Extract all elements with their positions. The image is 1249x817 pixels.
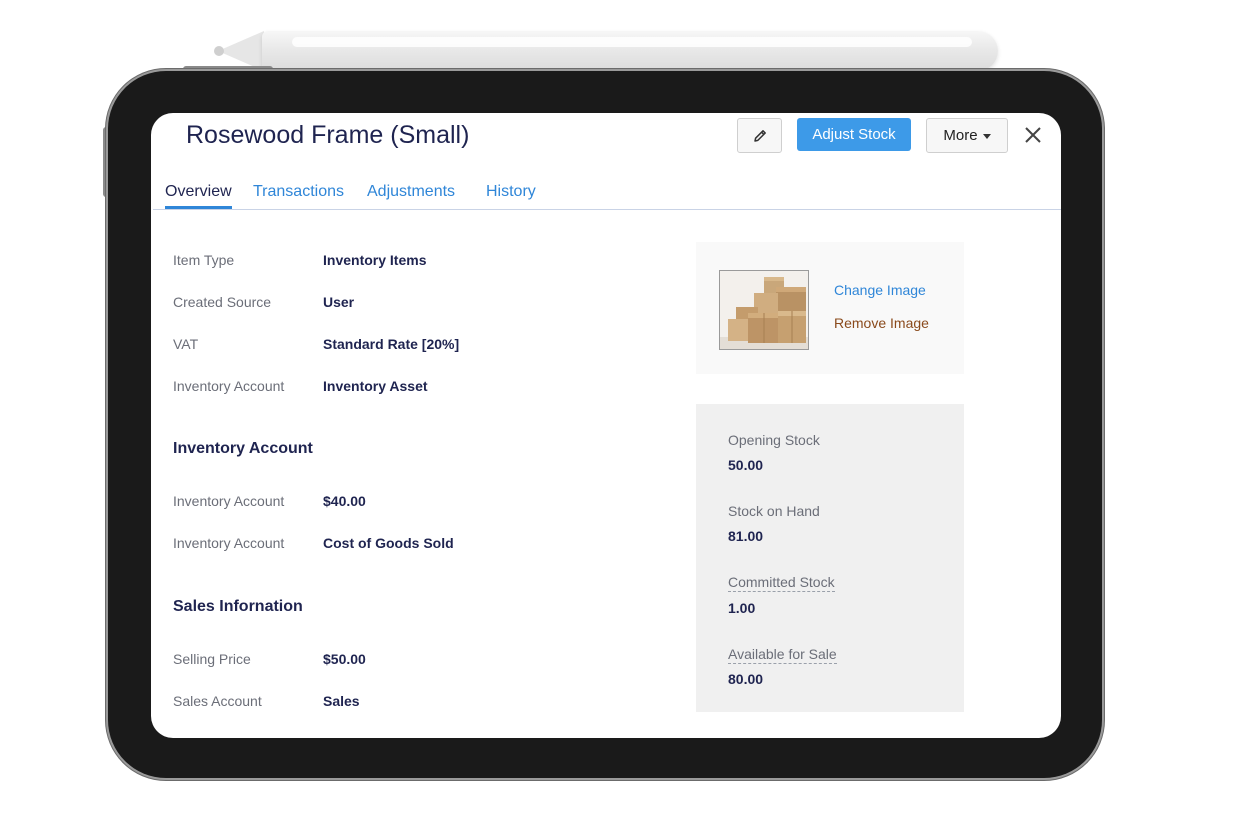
detail-label: VAT bbox=[173, 336, 199, 352]
detail-label: Item Type bbox=[173, 252, 235, 268]
change-image-link[interactable]: Change Image bbox=[834, 282, 926, 298]
tab-adjustments[interactable]: Adjustments bbox=[367, 183, 455, 201]
stylus-point bbox=[214, 46, 224, 56]
adjust-stock-button[interactable]: Adjust Stock bbox=[797, 118, 911, 151]
more-dropdown-button[interactable]: More bbox=[926, 118, 1008, 153]
item-detail-screen: Rosewood Frame (Small) Adjust Stock More… bbox=[151, 113, 1061, 738]
tab-overview[interactable]: Overview bbox=[165, 183, 232, 209]
detail-value: Standard Rate [20%] bbox=[323, 336, 460, 352]
tab-history[interactable]: History bbox=[486, 183, 536, 201]
detail-label: Created Source bbox=[173, 294, 272, 310]
remove-image-link[interactable]: Remove Image bbox=[834, 315, 929, 331]
inventory-label: Inventory Account bbox=[173, 493, 285, 509]
sales-value: $50.00 bbox=[323, 651, 366, 667]
close-icon bbox=[1025, 127, 1041, 143]
available-for-sale-value: 80.00 bbox=[728, 671, 764, 687]
sales-section-heading: Sales Infornation bbox=[173, 598, 303, 615]
inventory-value: Cost of Goods Sold bbox=[323, 535, 454, 551]
detail-value: Inventory Asset bbox=[323, 378, 428, 394]
sales-label: Selling Price bbox=[173, 651, 251, 667]
more-label: More bbox=[943, 127, 978, 144]
detail-label: Inventory Account bbox=[173, 378, 285, 394]
detail-value: User bbox=[323, 294, 355, 310]
pencil-icon bbox=[753, 129, 766, 142]
stock-panel: Opening Stock 50.00 Stock on Hand 81.00 … bbox=[696, 404, 964, 712]
committed-stock-label[interactable]: Committed Stock bbox=[728, 574, 835, 592]
stylus-highlight bbox=[292, 37, 972, 47]
tab-transactions[interactable]: Transactions bbox=[253, 183, 344, 201]
stock-on-hand-value: 81.00 bbox=[728, 528, 764, 544]
close-button[interactable] bbox=[1021, 123, 1045, 147]
image-panel: Change Image Remove Image bbox=[696, 242, 964, 374]
inventory-section-heading: Inventory Account bbox=[173, 440, 313, 457]
sales-label: Sales Account bbox=[173, 693, 262, 709]
stock-on-hand-label: Stock on Hand bbox=[728, 503, 820, 519]
sales-value: Sales bbox=[323, 693, 360, 709]
opening-stock-value: 50.00 bbox=[728, 457, 764, 473]
item-image bbox=[719, 270, 809, 350]
device-mockup: Rosewood Frame (Small) Adjust Stock More… bbox=[0, 0, 1249, 817]
caret-down-icon bbox=[982, 134, 991, 139]
edit-button[interactable] bbox=[737, 118, 782, 153]
page-title: Rosewood Frame (Small) bbox=[186, 121, 470, 149]
available-for-sale-label[interactable]: Available for Sale bbox=[728, 646, 837, 664]
committed-stock-value: 1.00 bbox=[728, 600, 756, 616]
opening-stock-label: Opening Stock bbox=[728, 432, 820, 448]
cardboard-boxes-image bbox=[720, 271, 808, 349]
inventory-label: Inventory Account bbox=[173, 535, 285, 551]
stylus-tip bbox=[218, 31, 264, 71]
detail-value: Inventory Items bbox=[323, 252, 427, 268]
tab-bar: Overview Transactions Adjustments Histor… bbox=[153, 173, 1061, 210]
inventory-value: $40.00 bbox=[323, 493, 366, 509]
